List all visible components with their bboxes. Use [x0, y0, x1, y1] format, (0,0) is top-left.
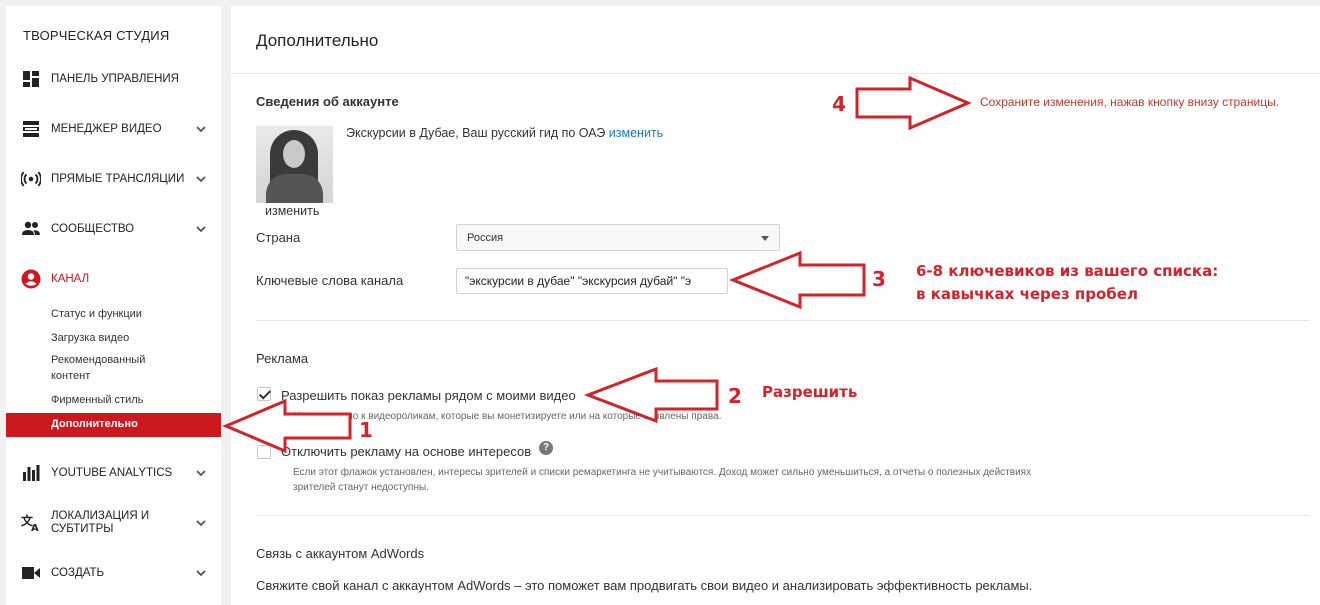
channel-icon	[21, 269, 41, 289]
account-section-title: Сведения об аккаунте	[256, 94, 399, 109]
sub-item-advanced[interactable]: Дополнительно	[6, 413, 221, 437]
allow-ads-checkbox[interactable]	[257, 387, 271, 401]
adwords-text: Свяжите свой канал с аккаунтом AdWords –…	[256, 578, 1033, 593]
annotation-4-number: 4	[832, 92, 846, 116]
sub-item-branding[interactable]: Фирменный стиль	[51, 392, 143, 408]
country-label: Страна	[256, 230, 301, 245]
avatar[interactable]	[256, 126, 333, 203]
nav-dashboard[interactable]: ПАНЕЛЬ УПРАВЛЕНИЯ	[6, 64, 221, 94]
nav-label: ЛОКАЛИЗАЦИЯ И СУБТИТРЫ	[51, 510, 150, 535]
adwords-section-title: Связь с аккаунтом AdWords	[256, 546, 425, 561]
keywords-input[interactable]: "экскурсии в дубае" "экскурсия дубай" "э	[456, 268, 728, 294]
annotation-2-text: Разрешить	[762, 383, 858, 401]
sub-item-label: Дополнительно	[51, 418, 138, 430]
nav-community[interactable]: СООБЩЕСТВО	[6, 214, 221, 244]
channel-name-row: Экскурсии в Дубае, Ваш русский гид по ОА…	[346, 126, 663, 140]
nav-label: МЕНЕДЖЕР ВИДЕО	[51, 122, 162, 135]
help-icon[interactable]: ?	[539, 441, 553, 455]
avatar-change-link[interactable]: изменить	[265, 204, 319, 218]
nav-analytics[interactable]: YOUTUBE ANALYTICS	[6, 458, 221, 488]
annotation-3-text-1: 6-8 ключевиков из вашего списка:	[916, 262, 1219, 280]
ads-section-title: Реклама	[256, 351, 309, 366]
chevron-down-icon[interactable]	[195, 223, 207, 235]
interest-ads-checkbox[interactable]	[257, 445, 271, 459]
sub-item-upload[interactable]: Загрузка видео	[51, 330, 129, 346]
annotation-4-text: Сохраните изменения, нажав кнопку внизу …	[980, 95, 1280, 109]
video-manager-icon	[21, 120, 41, 138]
page-title: Дополнительно	[256, 31, 379, 50]
nav-label: КАНАЛ	[51, 272, 90, 285]
sidebar: ТВОРЧЕСКАЯ СТУДИЯ ПАНЕЛЬ УПРАВЛЕНИЯ МЕНЕ…	[6, 6, 221, 605]
create-video-icon	[21, 564, 41, 582]
interest-ads-note-1: Если этот флажок установлен, интересы зр…	[293, 467, 1032, 478]
nav-video-manager[interactable]: МЕНЕДЖЕР ВИДЕО	[6, 114, 221, 144]
country-select[interactable]: Россия	[456, 224, 780, 251]
chevron-down-icon[interactable]	[195, 567, 207, 579]
divider	[231, 73, 1320, 74]
chevron-down-icon[interactable]	[195, 517, 207, 529]
interest-ads-label[interactable]: Отключить рекламу на основе интересов	[281, 444, 531, 459]
channel-name: Экскурсии в Дубае, Ваш русский гид по ОА…	[346, 126, 606, 140]
divider	[256, 320, 1310, 321]
nav-label: ПРЯМЫЕ ТРАНСЛЯЦИИ	[51, 172, 185, 185]
nav-label: ПАНЕЛЬ УПРАВЛЕНИЯ	[51, 72, 179, 85]
country-value: Россия	[467, 232, 504, 244]
annotation-3-number: 3	[872, 267, 886, 291]
live-broadcast-icon	[21, 170, 41, 188]
allow-ads-note: Неприменимо к видеороликам, которые вы м…	[293, 411, 722, 422]
nav-label: YOUTUBE ANALYTICS	[51, 466, 173, 479]
annotation-3-text-2: в кавычках через пробел	[916, 285, 1138, 303]
divider	[256, 515, 1310, 516]
allow-ads-label[interactable]: Разрешить показ рекламы рядом с моими ви…	[281, 388, 576, 403]
annotation-2-number: 2	[728, 384, 742, 408]
chevron-down-icon[interactable]	[195, 173, 207, 185]
nav-live[interactable]: ПРЯМЫЕ ТРАНСЛЯЦИИ	[6, 164, 221, 194]
svg-text:A: A	[31, 523, 39, 532]
nav-translations[interactable]: 文A ЛОКАЛИЗАЦИЯ И СУБТИТРЫ	[6, 508, 221, 538]
analytics-icon	[21, 464, 41, 482]
sub-item-featured[interactable]: Рекомендованный контент	[51, 352, 171, 384]
nav-label: СОЗДАТЬ	[51, 566, 105, 579]
translate-icon: 文A	[21, 514, 41, 532]
change-name-link[interactable]: изменить	[609, 126, 663, 140]
nav-label: СООБЩЕСТВО	[51, 222, 135, 235]
nav-channel[interactable]: КАНАЛ	[6, 264, 221, 294]
annotation-1-number: 1	[359, 418, 373, 442]
chevron-down-icon[interactable]	[195, 123, 207, 135]
keywords-label: Ключевые слова канала	[256, 273, 404, 288]
interest-ads-note-2: зрителей станут недоступны.	[293, 482, 429, 493]
dashboard-icon	[21, 70, 41, 88]
community-icon	[21, 220, 41, 238]
chevron-down-icon[interactable]	[195, 467, 207, 479]
nav-create[interactable]: СОЗДАТЬ	[6, 558, 221, 588]
dropdown-caret-icon	[761, 236, 769, 241]
sub-item-status[interactable]: Статус и функции	[51, 306, 142, 322]
studio-title: ТВОРЧЕСКАЯ СТУДИЯ	[23, 28, 170, 43]
